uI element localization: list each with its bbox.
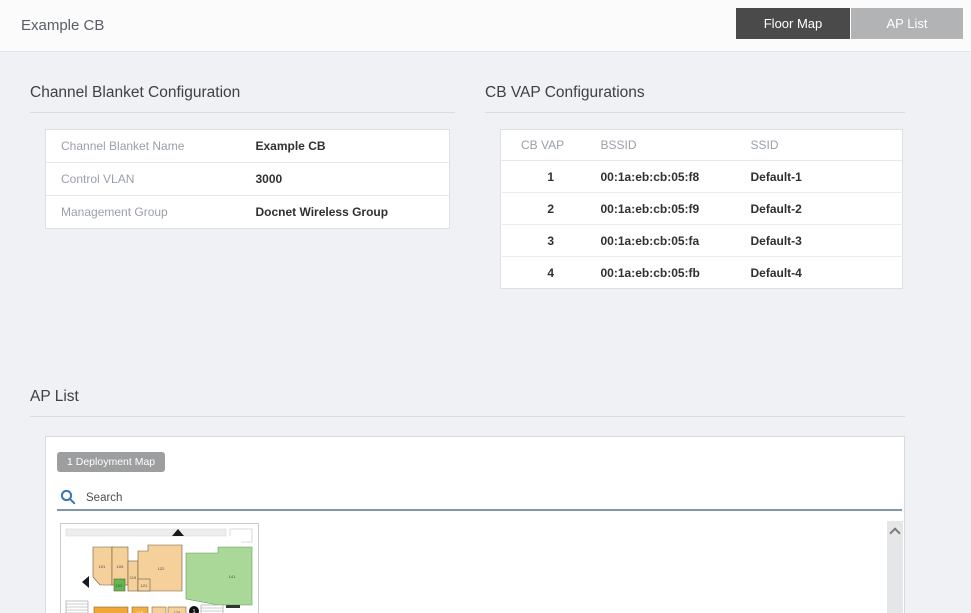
- room-label: 103: [116, 583, 123, 588]
- table-header-row: CB VAP BSSID SSID: [500, 129, 903, 161]
- column-header: CB VAP: [500, 129, 601, 161]
- ssid-cell: Default-3: [750, 224, 903, 257]
- page-title: Example CB: [21, 17, 105, 34]
- channel-blanket-config-section: Channel Blanket Configuration Channel Bl…: [30, 84, 455, 229]
- table-row: 3 00:1a:eb:cb:05:fa Default-3: [500, 224, 903, 257]
- table-row: Channel Blanket Name Example CB: [46, 130, 450, 163]
- floor-map-button[interactable]: Floor Map: [736, 8, 850, 39]
- search-icon: [60, 489, 76, 505]
- floor-map-image: 101 105 119 103 121 122 141 118 124 1: [60, 523, 259, 613]
- config-label: Control VLAN: [45, 162, 256, 196]
- config-label: Channel Blanket Name: [61, 139, 185, 153]
- cb-vap-config-section: CB VAP Configurations CB VAP BSSID SSID …: [485, 84, 905, 289]
- ap-list-title: AP List: [30, 388, 905, 417]
- column-header: BSSID: [600, 129, 751, 161]
- search-bar: [57, 487, 902, 511]
- page: Example CB Floor Map AP List Channel Bla…: [0, 0, 971, 613]
- config-value: Docnet Wireless Group: [255, 195, 450, 229]
- room-label: 121: [141, 583, 148, 588]
- search-input[interactable]: [86, 492, 902, 504]
- config-value: 3000: [255, 162, 450, 196]
- bssid-cell: 00:1a:eb:cb:05:f9: [600, 192, 751, 225]
- table-row: 2 00:1a:eb:cb:05:f9 Default-2: [500, 192, 903, 225]
- table-row: 1 00:1a:eb:cb:05:f8 Default-1: [501, 161, 903, 193]
- ap-list-card: 1 Deployment Map Search 101 105 119 103 …: [45, 436, 905, 613]
- cb-vap-config-table: CB VAP BSSID SSID 1 00:1a:eb:cb:05:f8 De…: [500, 129, 903, 289]
- bssid-cell: 00:1a:eb:cb:05:fa: [600, 224, 751, 257]
- deployment-map-tab[interactable]: 1 Deployment Map: [57, 452, 166, 472]
- table-row: Control VLAN 3000: [45, 162, 450, 196]
- bssid-cell: 00:1a:eb:cb:05:fb: [600, 256, 751, 289]
- scroll-up-icon[interactable]: [889, 527, 901, 539]
- room-label: 119: [130, 575, 137, 580]
- ssid-cell: Default-1: [750, 169, 802, 184]
- room-label: 141: [229, 574, 236, 579]
- column-header: SSID: [750, 129, 903, 161]
- cb-vap-cell: 4: [500, 256, 601, 289]
- ap-list-section: AP List: [30, 388, 905, 417]
- bssid-cell: 00:1a:eb:cb:05:f8: [600, 169, 700, 184]
- room-label: 105: [117, 564, 124, 569]
- ap-list-button[interactable]: AP List: [851, 8, 963, 39]
- table-row: 4 00:1a:eb:cb:05:fb Default-4: [500, 256, 903, 289]
- room-label: 101: [99, 564, 106, 569]
- deployment-map-thumbnail[interactable]: 101 105 119 103 121 122 141 118 124 1: [60, 523, 259, 613]
- channel-blanket-config-table: Channel Blanket Name Example CB Control …: [45, 129, 450, 229]
- config-label: Management Group: [45, 195, 256, 229]
- cb-vap-cell: 3: [500, 224, 601, 257]
- table-row: Management Group Docnet Wireless Group: [45, 195, 450, 229]
- top-header: Example CB Floor Map AP List: [0, 0, 971, 52]
- vertical-scrollbar[interactable]: [887, 521, 903, 613]
- config-value: Example CB: [255, 139, 326, 153]
- cb-vap-config-title: CB VAP Configurations: [485, 84, 905, 113]
- ap-marker-label: 1: [192, 609, 195, 613]
- ssid-cell: Default-2: [750, 192, 903, 225]
- ssid-cell: Default-4: [750, 256, 903, 289]
- room-label: 122: [158, 566, 165, 571]
- channel-blanket-config-title: Channel Blanket Configuration: [30, 84, 455, 113]
- view-toggle-group: Floor Map AP List: [736, 8, 963, 39]
- cb-vap-cell: 2: [500, 192, 601, 225]
- cb-vap-cell: 1: [547, 169, 555, 184]
